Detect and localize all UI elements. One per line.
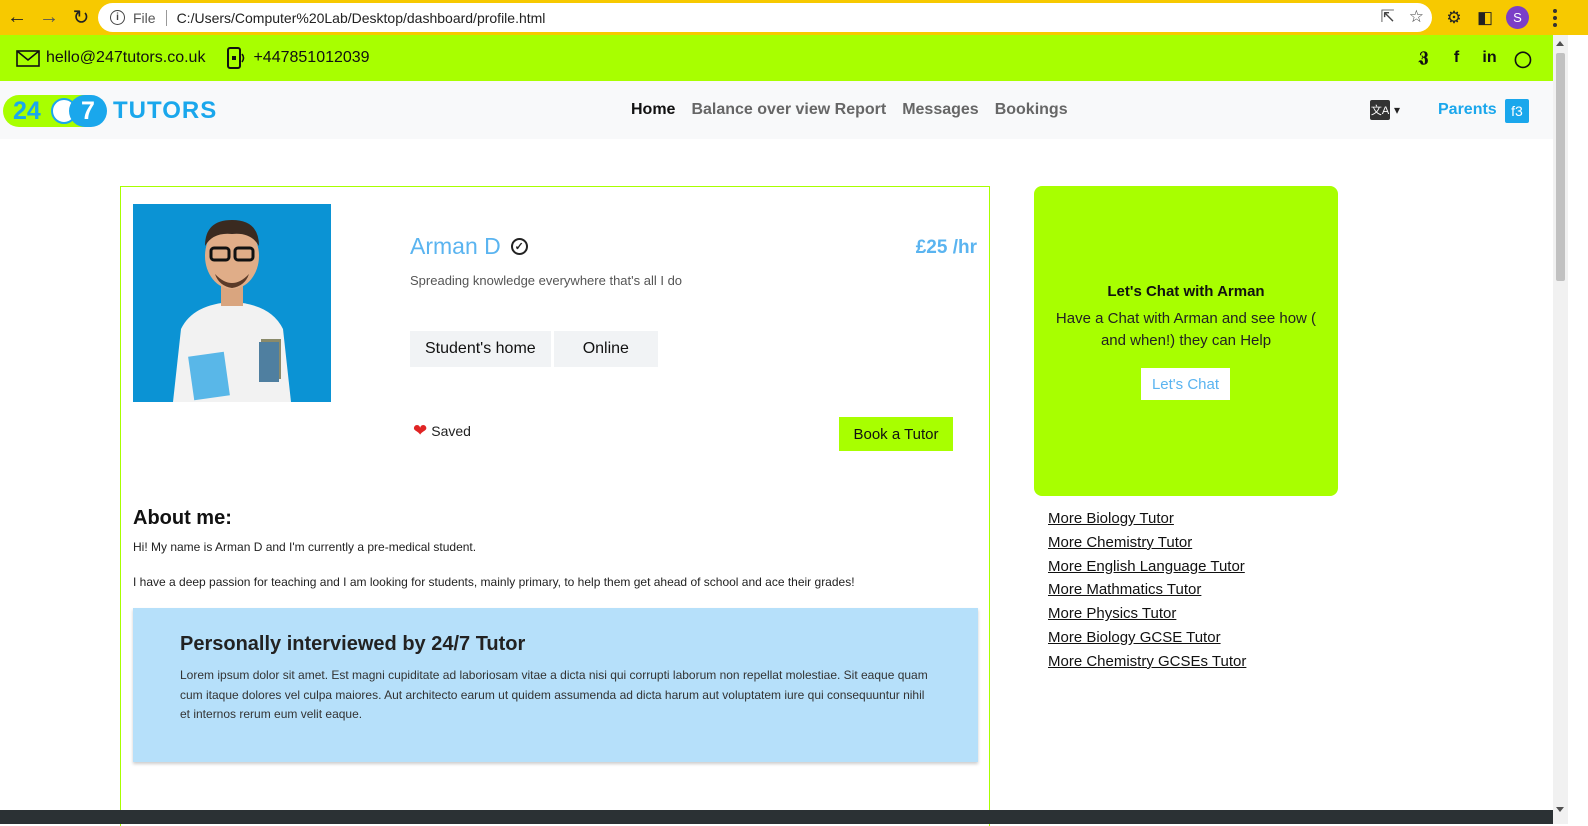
logo-24: 24	[13, 97, 41, 125]
contact-bar: hello@247tutors.co.uk +447851012039 𝖅 f …	[0, 35, 1553, 81]
page-scrollbar[interactable]	[1553, 35, 1568, 824]
tutor-name-row: Arman D ✓	[410, 233, 528, 260]
link-more-chemistry[interactable]: More Chemistry Tutor	[1048, 531, 1246, 555]
link-more-biology-gcse[interactable]: More Biology GCSE Tutor	[1048, 626, 1246, 650]
site-info-icon[interactable]: i	[110, 10, 125, 25]
about-paragraph-2: I have a deep passion for teaching and I…	[133, 575, 855, 589]
address-divider	[165, 9, 167, 26]
logo-badge: 24 7	[3, 95, 107, 127]
instagram-icon[interactable]: ◯	[1514, 49, 1532, 69]
about-heading: About me:	[133, 507, 232, 529]
lesson-locations: Student's home Online	[410, 331, 658, 367]
role-label[interactable]: Parents	[1438, 101, 1497, 119]
bottom-strip	[0, 810, 1553, 824]
tutor-photo	[133, 204, 331, 402]
interview-text: Lorem ipsum dolor sit amet. Est magni cu…	[180, 668, 928, 721]
hourly-rate: £25 /hr	[915, 237, 977, 258]
book-tutor-button[interactable]: Book a Tutor	[839, 417, 953, 451]
browser-menu-icon[interactable]	[1545, 6, 1565, 29]
phone-icon	[227, 47, 245, 69]
location-tag-students-home: Student's home	[410, 331, 551, 367]
browser-chrome: ← → ↻ i File C:/Users/Computer%20Lab/Des…	[0, 0, 1588, 35]
about-paragraph-1: Hi! My name is Arman D and I'm currently…	[133, 540, 477, 554]
email-text: hello@247tutors.co.uk	[46, 49, 206, 66]
interview-panel: Personally interviewed by 24/7 Tutor Lor…	[133, 608, 978, 762]
phone-text: +447851012039	[253, 49, 370, 66]
file-label: File	[133, 9, 156, 26]
envelope-icon	[16, 49, 40, 67]
link-more-physics[interactable]: More Physics Tutor	[1048, 602, 1246, 626]
link-more-chemistry-gcse[interactable]: More Chemistry GCSEs Tutor	[1048, 650, 1246, 674]
nav-links: Home Balance over view Report Messages B…	[631, 101, 1068, 119]
verified-check-icon: ✓	[510, 238, 528, 255]
saved-toggle[interactable]: ❤ Saved	[413, 421, 471, 441]
share-icon[interactable]: ⇱	[1381, 7, 1395, 27]
facebook-icon[interactable]: f	[1448, 49, 1465, 69]
reload-icon[interactable]: ↻	[66, 3, 96, 33]
back-icon[interactable]: ←	[2, 3, 32, 33]
link-more-biology[interactable]: More Biology Tutor	[1048, 507, 1246, 531]
logo-7: 7	[69, 95, 107, 127]
extensions-puzzle-icon[interactable]: ⚙	[1441, 5, 1467, 31]
nav-link-messages[interactable]: Messages	[902, 101, 979, 119]
lets-chat-button[interactable]: Let's Chat	[1141, 368, 1230, 400]
site-logo[interactable]: 24 7 TUTORS	[3, 94, 217, 128]
social-links: 𝖅 f in ◯	[1415, 49, 1532, 69]
chat-heading: Let's Chat with Arman	[1107, 283, 1265, 300]
forward-icon[interactable]: →	[34, 3, 64, 33]
twitter-icon[interactable]: 𝖅	[1415, 49, 1432, 69]
nav-link-home[interactable]: Home	[631, 101, 675, 119]
interview-heading: Personally interviewed by 24/7 Tutor	[180, 633, 526, 655]
bookmark-star-icon[interactable]: ☆	[1409, 7, 1424, 27]
nav-link-bookings[interactable]: Bookings	[995, 101, 1068, 119]
linkedin-icon[interactable]: in	[1481, 49, 1498, 69]
scrollbar-thumb[interactable]	[1556, 53, 1565, 281]
profile-avatar[interactable]: S	[1506, 6, 1529, 29]
heart-icon: ❤	[413, 421, 428, 440]
nav-link-balance-report[interactable]: Balance over view Report	[691, 101, 886, 119]
email-contact[interactable]: hello@247tutors.co.uk	[16, 49, 205, 67]
side-panel-icon[interactable]: ◧	[1472, 5, 1498, 31]
chat-panel: Let's Chat with Arman Have a Chat with A…	[1034, 186, 1338, 496]
link-more-english[interactable]: More English Language Tutor	[1048, 555, 1246, 579]
tutor-portrait-image	[133, 204, 331, 402]
scroll-down-icon[interactable]	[1556, 807, 1564, 812]
language-selector[interactable]: 文A ▾	[1370, 100, 1400, 120]
chat-text: Have a Chat with Arman and see how ( and…	[1055, 310, 1317, 349]
caret-down-icon: ▾	[1394, 103, 1401, 117]
translate-icon: 文A	[1370, 100, 1390, 120]
tutor-name: Arman D	[410, 233, 501, 259]
location-tag-online: Online	[553, 331, 658, 367]
logo-word: TUTORS	[113, 97, 218, 124]
address-bar[interactable]: i File C:/Users/Computer%20Lab/Desktop/d…	[98, 3, 1432, 32]
role-badge[interactable]: f3	[1505, 99, 1529, 123]
link-more-maths[interactable]: More Mathmatics Tutor	[1048, 578, 1246, 602]
saved-label: Saved	[431, 423, 471, 439]
url-text[interactable]: C:/Users/Computer%20Lab/Desktop/dashboar…	[177, 10, 546, 26]
tutor-profile-card: Arman D ✓ Spreading knowledge everywhere…	[120, 186, 990, 826]
scroll-up-icon[interactable]	[1556, 41, 1564, 46]
main-navbar: 24 7 TUTORS Home Balance over view Repor…	[0, 81, 1553, 139]
phone-contact[interactable]: +447851012039	[227, 47, 370, 69]
tutor-tagline: Spreading knowledge everywhere that's al…	[410, 273, 683, 288]
more-tutors-list: More Biology Tutor More Chemistry Tutor …	[1048, 507, 1246, 674]
